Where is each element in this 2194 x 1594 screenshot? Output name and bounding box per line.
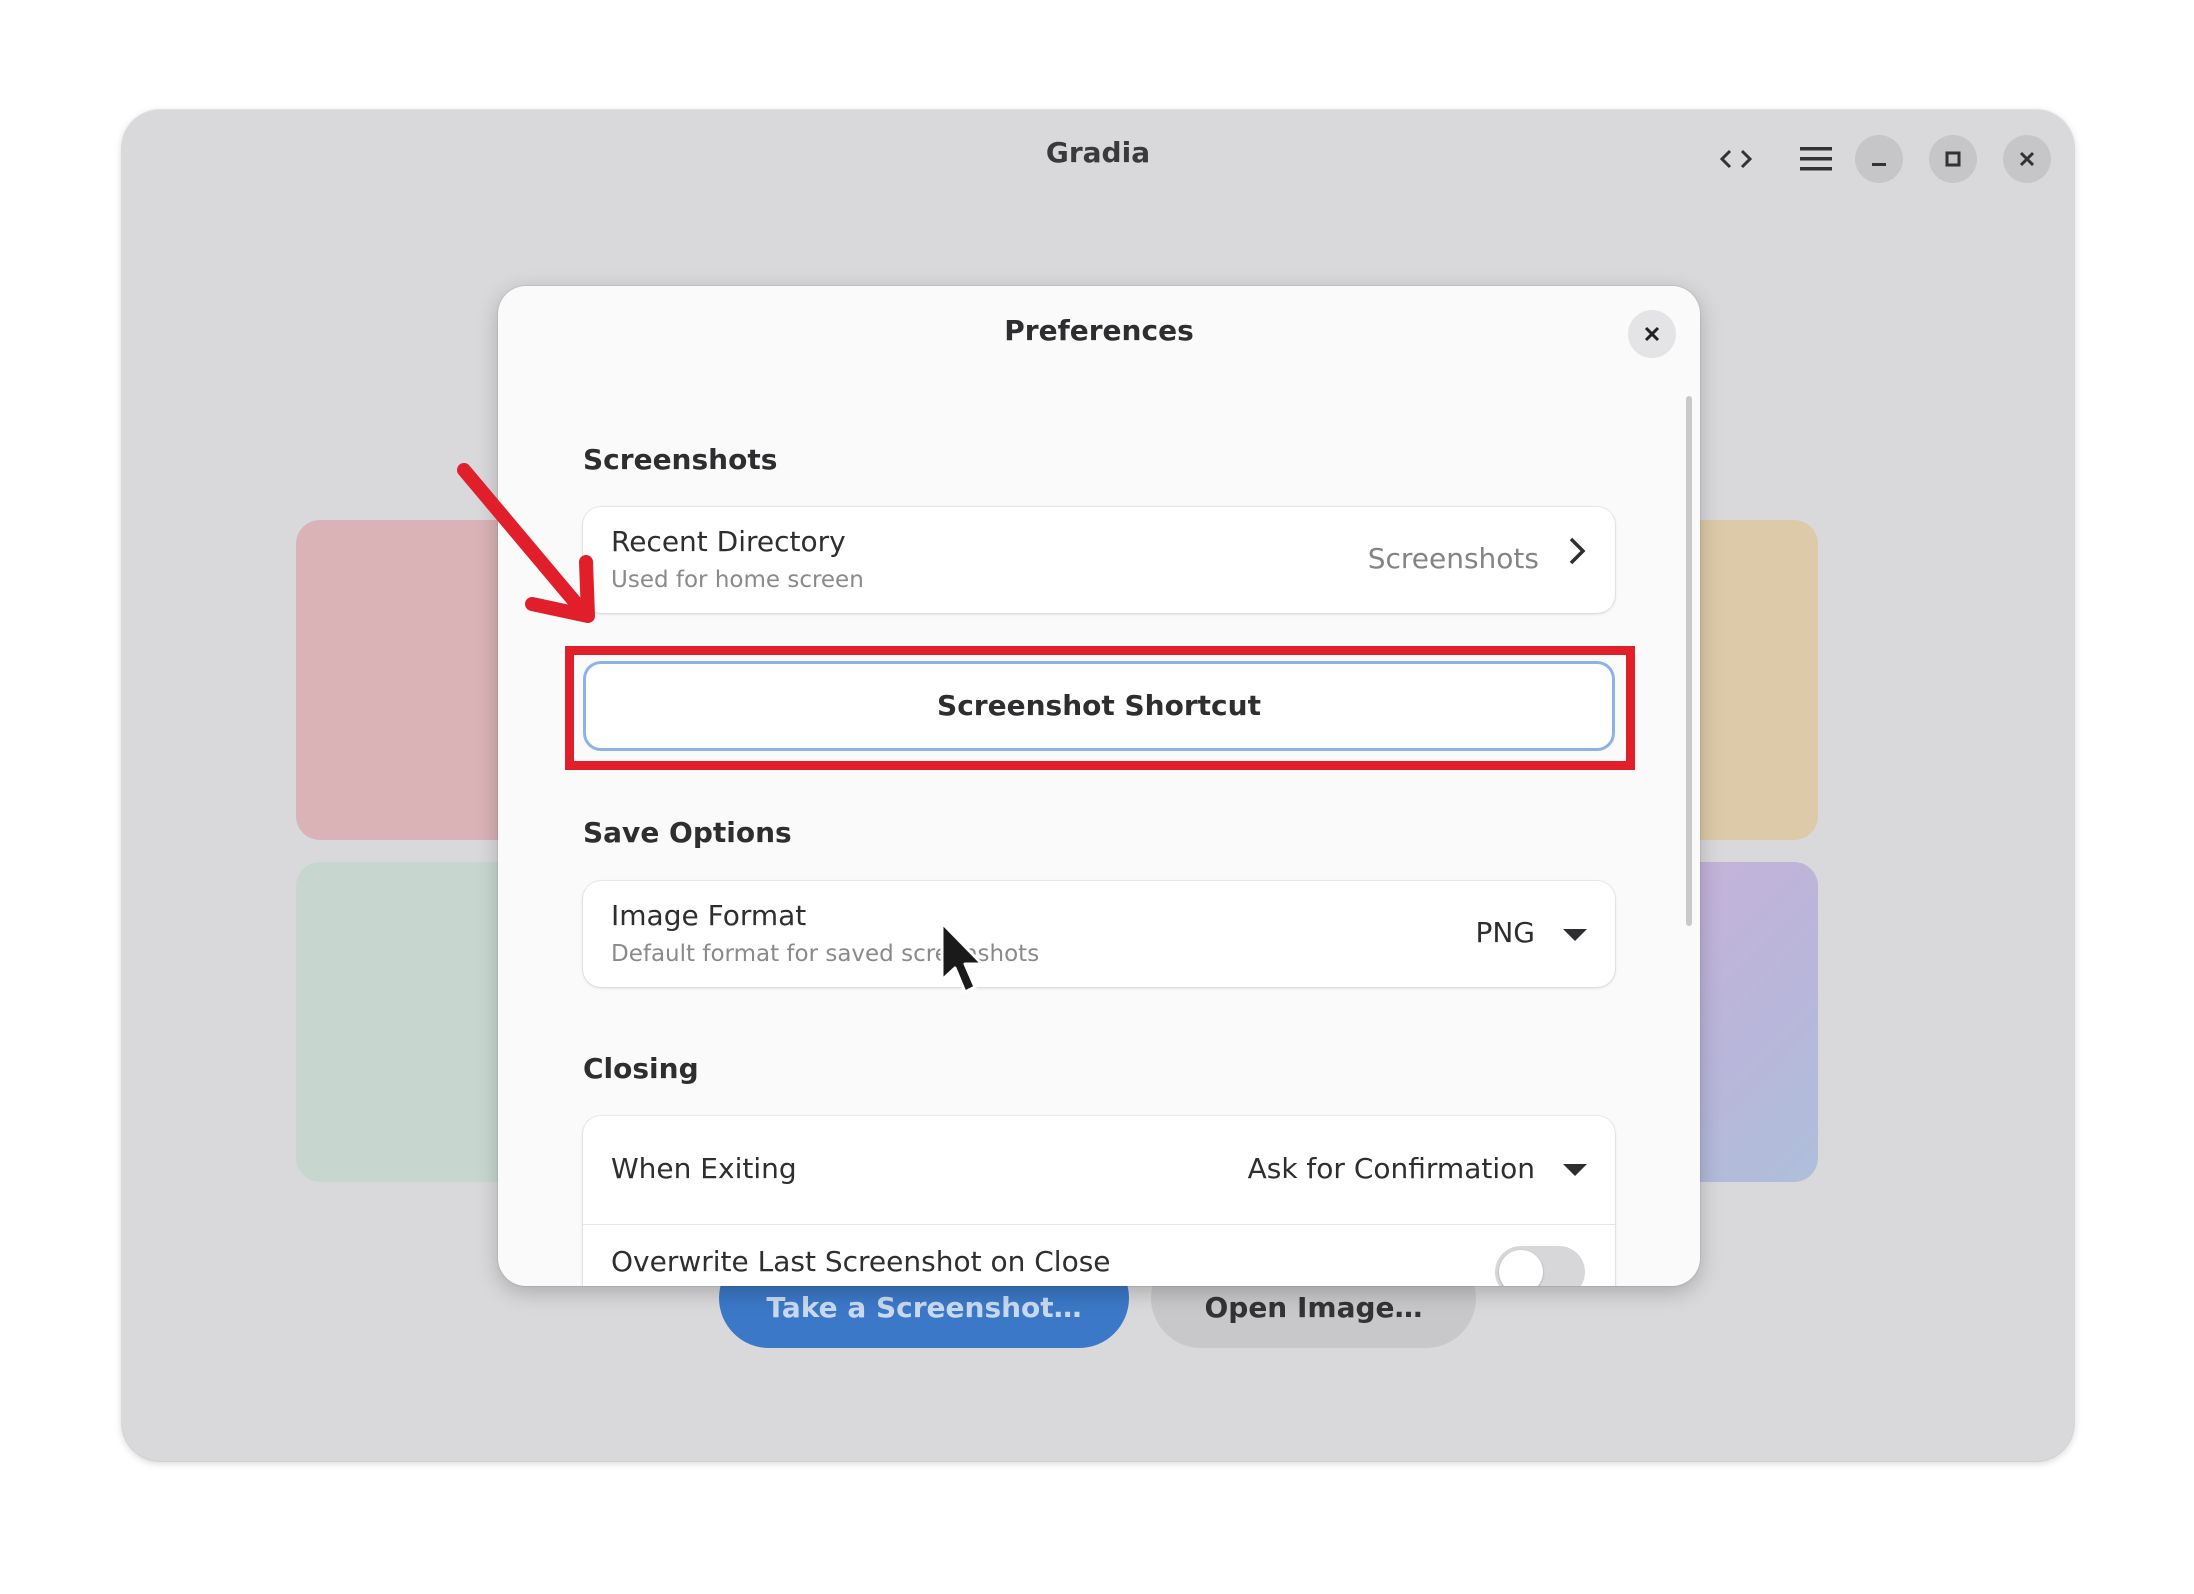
toggle-knob [1499,1250,1543,1286]
dialog-close-button[interactable] [1628,310,1676,358]
dropdown-caret-icon [1563,1164,1587,1176]
image-format-value[interactable]: PNG [1475,916,1535,949]
close-icon[interactable] [2003,135,2051,183]
section-heading-save-options: Save Options [583,816,792,849]
overwrite-last-toggle[interactable] [1495,1246,1585,1286]
overwrite-last-title: Overwrite Last Screenshot on Close [611,1245,1111,1278]
maximize-icon[interactable] [1929,135,1977,183]
code-toggle-icon[interactable] [1712,135,1760,183]
overwrite-last-row[interactable]: Overwrite Last Screenshot on Close [583,1225,1615,1286]
mouse-pointer-icon [940,921,984,994]
annotation-highlight-box [565,646,1635,770]
section-heading-closing: Closing [583,1052,699,1085]
when-exiting-row[interactable]: When Exiting Ask for Confirmation [583,1116,1615,1224]
hamburger-menu-icon[interactable] [1792,135,1840,183]
dropdown-caret-icon [1563,929,1587,941]
recent-directory-subtitle: Used for home screen [611,567,864,593]
close-icon [1644,326,1660,342]
annotation-arrow-icon [457,463,595,623]
preferences-dialog: Preferences Screenshots Recent Directory… [498,286,1700,1286]
image-format-title: Image Format [611,899,807,932]
minimize-icon[interactable] [1855,135,1903,183]
when-exiting-value[interactable]: Ask for Confirmation [1248,1152,1535,1185]
recent-directory-value: Screenshots [1367,542,1539,575]
recent-directory-title: Recent Directory [611,525,846,558]
image-format-row[interactable]: Image Format Default format for saved sc… [583,881,1615,987]
dialog-title: Preferences [1004,314,1194,347]
closing-card: When Exiting Ask for Confirmation Overwr… [583,1116,1615,1286]
dialog-scrollbar[interactable] [1686,396,1692,926]
title-bar: Gradia [122,110,2074,200]
recent-directory-row[interactable]: Recent Directory Used for home screen Sc… [583,507,1615,613]
when-exiting-title: When Exiting [611,1152,797,1185]
app-title: Gradia [1045,136,1151,169]
chevron-right-icon [1567,535,1587,576]
